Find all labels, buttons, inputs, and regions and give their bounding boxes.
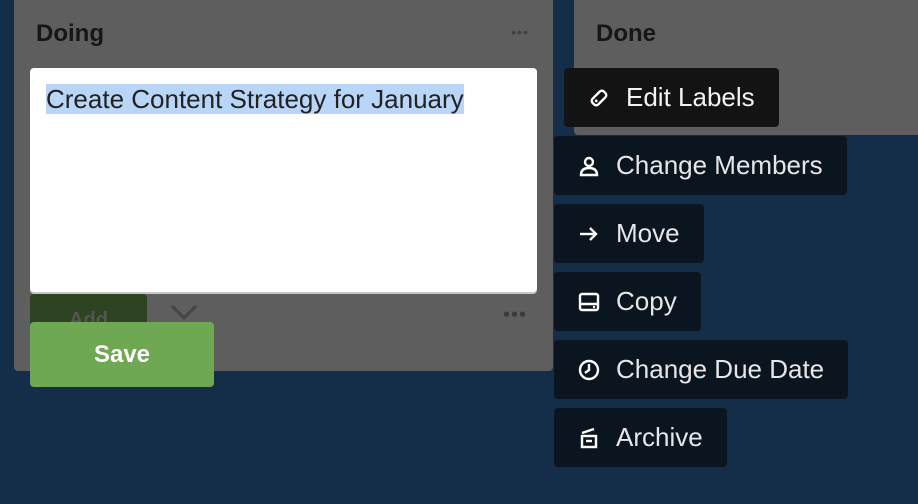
person-icon (578, 155, 600, 177)
copy-label: Copy (616, 286, 677, 316)
change-members-button[interactable]: Change Members (554, 136, 847, 195)
edit-labels-button[interactable]: Edit Labels (564, 68, 779, 127)
move-button[interactable]: Move (554, 204, 704, 263)
list-menu-button[interactable]: ••• (511, 24, 529, 40)
change-due-date-label: Change Due Date (616, 354, 825, 384)
edit-labels-label: Edit Labels (626, 82, 755, 112)
archive-label: Archive (616, 422, 703, 452)
archive-button[interactable]: Archive (554, 408, 727, 467)
card-icon (578, 291, 600, 313)
card-title-text[interactable]: Create Content Strategy for January (46, 84, 464, 114)
list-title: Doing (36, 20, 104, 47)
copy-button[interactable]: Copy (554, 272, 701, 331)
move-label: Move (616, 218, 680, 248)
chevron-down-icon[interactable] (170, 304, 198, 322)
card-options-menu[interactable]: ••• (503, 305, 527, 325)
arrow-right-icon (578, 223, 600, 245)
change-due-date-button[interactable]: Change Due Date (554, 340, 849, 399)
tag-icon (588, 87, 610, 109)
save-button[interactable]: Save (30, 322, 214, 387)
change-members-label: Change Members (616, 150, 823, 180)
card-title-editor[interactable]: Create Content Strategy for January (30, 68, 537, 292)
archive-icon (578, 427, 600, 449)
list-title: Done (596, 20, 656, 47)
clock-icon (578, 359, 600, 381)
